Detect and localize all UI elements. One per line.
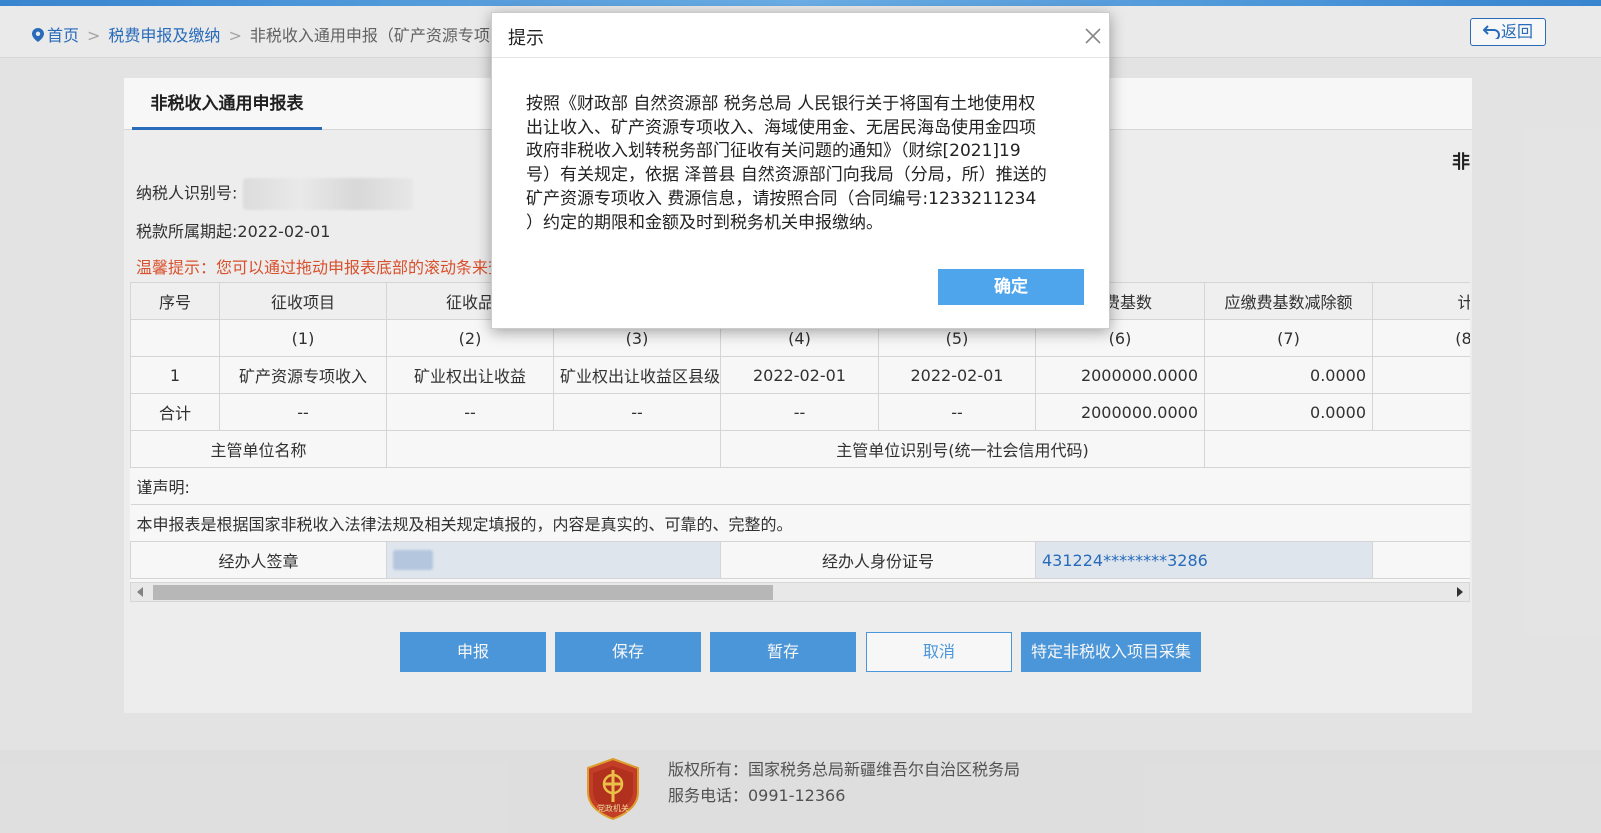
dialog-title: 提示 xyxy=(508,28,544,49)
notice-dialog: 提示 按照《财政部 自然资源部 税务总局 人民银行关于将国有土地使用权 出让收入… xyxy=(491,12,1110,329)
dialog-header: 提示 xyxy=(492,13,1109,58)
close-icon[interactable] xyxy=(1083,26,1103,46)
confirm-button[interactable]: 确定 xyxy=(938,269,1084,305)
dialog-message-line: 按照《财政部 自然资源部 税务总局 人民银行关于将国有土地使用权 xyxy=(526,94,1036,114)
dialog-message-line: ）约定的期限和金额及时到税务机关申报缴纳。 xyxy=(526,212,883,233)
dialog-message: 按照《财政部 自然资源部 税务总局 人民银行关于将国有土地使用权 出让收入、矿产… xyxy=(526,93,1082,235)
dialog-message-line: 号）有关规定，依据 泽普县 自然资源部门向我局（分局，所）推送的 xyxy=(526,165,1047,186)
dialog-message-line: 矿产资源专项收入 费源信息，请按照合同（合同编号:1233211234 xyxy=(526,188,1037,209)
dialog-message-line: 出让收入、矿产资源专项收入、海域使用金、无居民海岛使用金四项 xyxy=(526,117,1036,138)
dialog-message-line: 政府非税收入划转税务部门征收有关问题的通知》（财综[2021]19 xyxy=(526,141,1021,162)
